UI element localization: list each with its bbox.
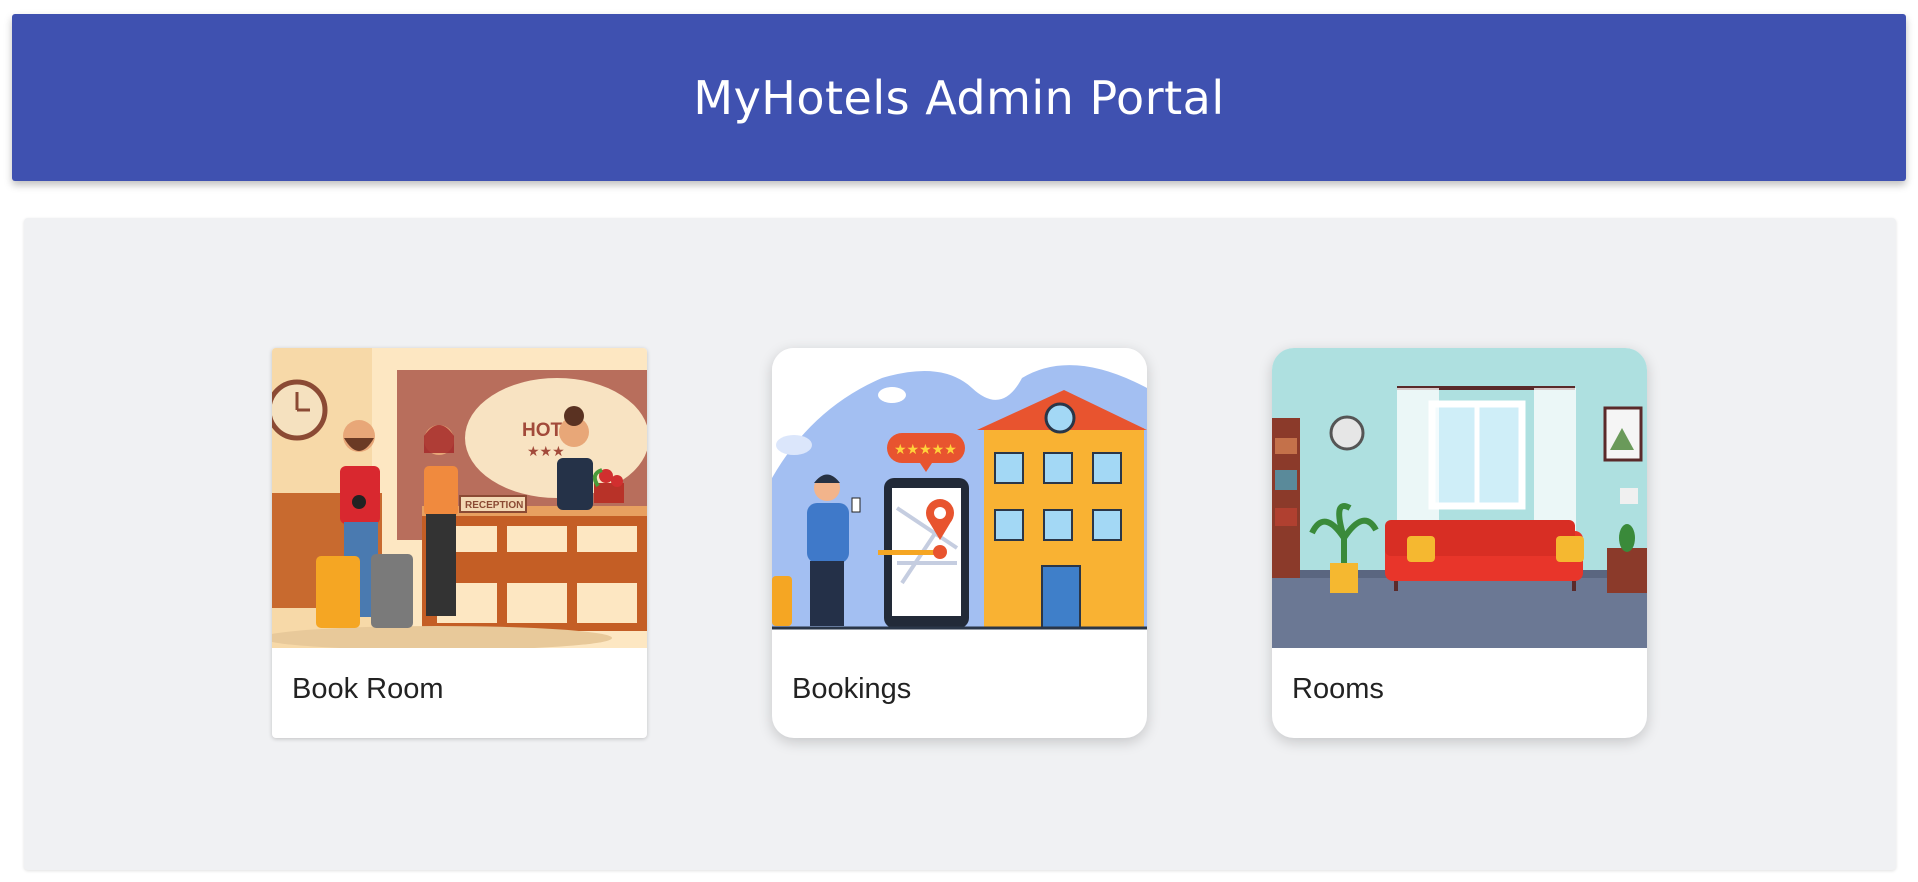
- rooms-card[interactable]: Rooms: [1272, 348, 1647, 738]
- living-room-illustration: [1272, 348, 1647, 648]
- book-room-label: Book Room: [292, 673, 444, 705]
- rating-stars-text: ★★★★★: [894, 441, 957, 457]
- hotel-reception-illustration: HOTEL ★★★ RECEPTION: [272, 348, 647, 648]
- page-title: MyHotels Admin Portal: [693, 70, 1225, 125]
- app-header: MyHotels Admin Portal: [12, 14, 1906, 181]
- rooms-label: Rooms: [1292, 673, 1384, 705]
- book-room-card[interactable]: HOTEL ★★★ RECEPTION Book Room: [272, 348, 647, 738]
- bookings-label: Bookings: [792, 673, 912, 705]
- mobile-booking-illustration: ★★★★★: [772, 348, 1147, 648]
- svg-text:★★★: ★★★: [527, 443, 565, 459]
- bookings-card[interactable]: ★★★★★ Bookings: [772, 348, 1147, 738]
- reception-sign-text: RECEPTION: [465, 500, 523, 511]
